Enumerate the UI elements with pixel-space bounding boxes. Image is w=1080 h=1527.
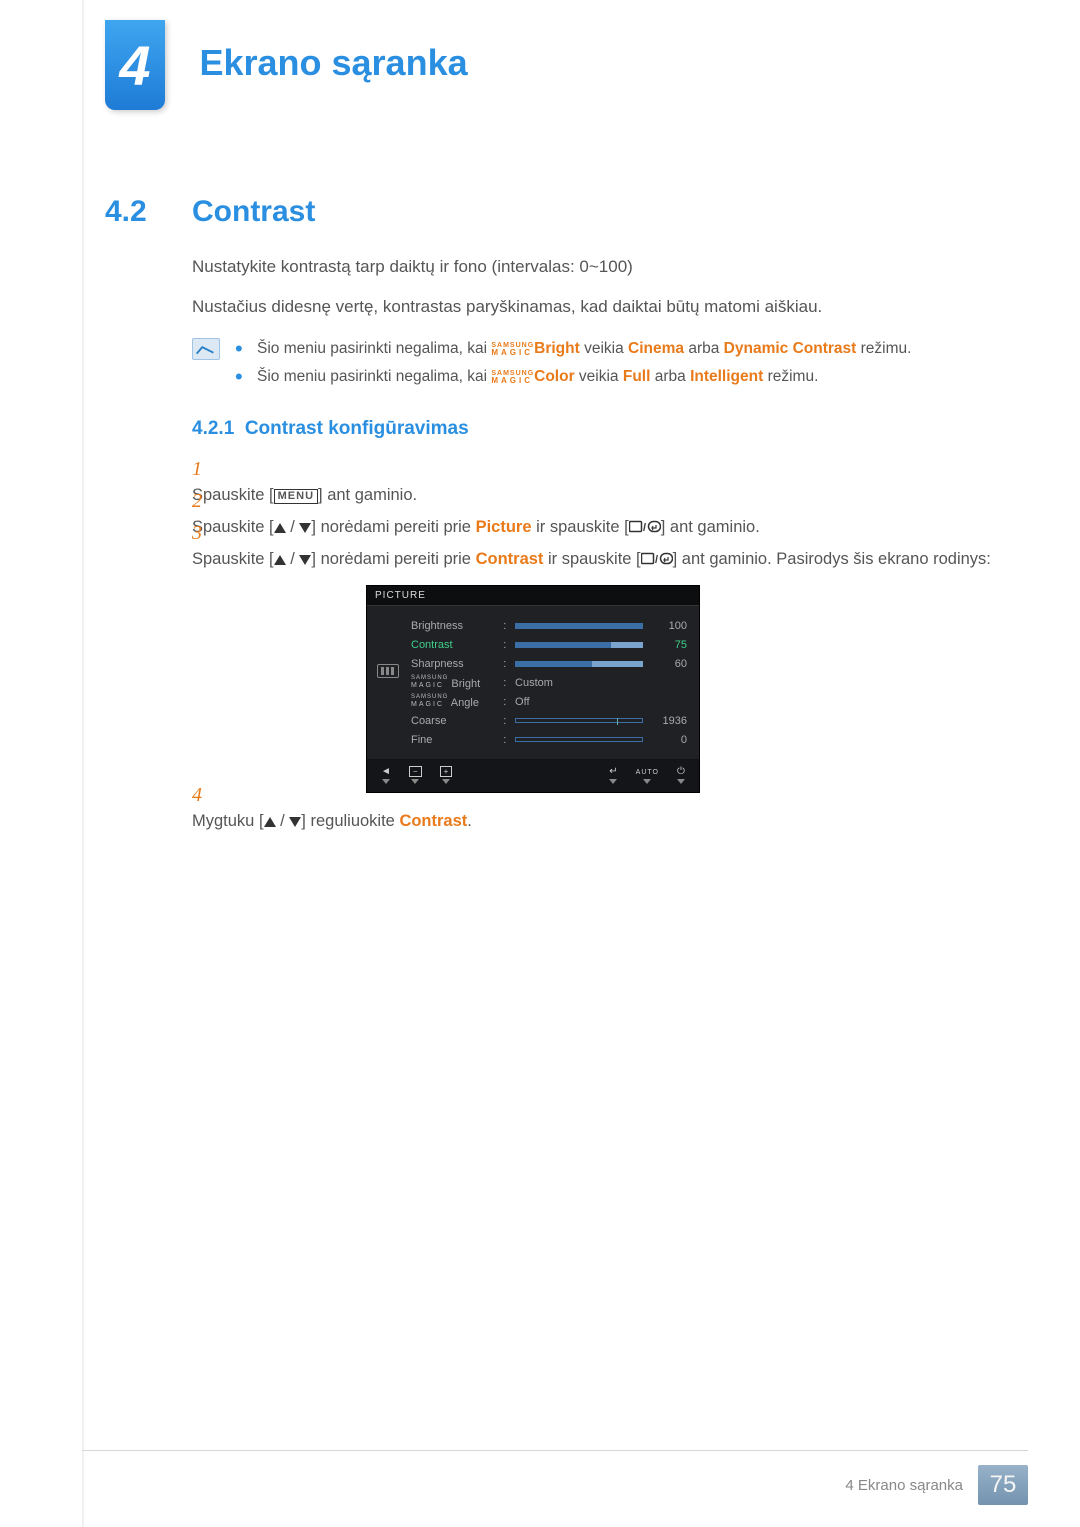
osd-value: 0 (653, 734, 687, 746)
step-4: 4 Mygtuku [ / ] reguliuokite Contrast. (192, 782, 1010, 834)
osd-bar (515, 642, 643, 648)
triangle-down-icon (289, 817, 301, 827)
note1-text-c: veikia (580, 340, 628, 357)
note-icon (192, 338, 220, 360)
osd-row-magic-angle: SAMSUNGMAGIC Angle : Off (411, 692, 687, 711)
page-number-badge: 75 (978, 1465, 1028, 1505)
note2-text-e: arba (650, 368, 690, 385)
bullet-icon: • (235, 336, 243, 361)
osd-bar (515, 661, 643, 667)
section-title: Contrast (192, 195, 315, 229)
osd-picture-icon (377, 664, 399, 678)
step-number: 4 (192, 782, 212, 808)
note1-dynamic: Dynamic Contrast (724, 340, 857, 357)
osd-label: Contrast (411, 639, 503, 651)
section-number: 4.2 (105, 195, 147, 229)
osd-label: Coarse (411, 715, 503, 727)
osd-value: Off (515, 696, 643, 708)
triangle-down-icon (299, 555, 311, 565)
note-line-1: • Šio meniu pasirinkti negalima, kai SAM… (235, 340, 1020, 358)
step3-text-b: ] norėdami pereiti prie (311, 550, 475, 568)
step4-text-b: ] reguliuokite (301, 812, 399, 830)
step-number: 1 (192, 456, 212, 482)
step4-text-a: Mygtuku [ (192, 812, 264, 830)
step-number: 2 (192, 488, 212, 514)
footer-divider (82, 1450, 1028, 1451)
note1-cinema: Cinema (628, 340, 684, 357)
note1-text-a: Šio meniu pasirinkti negalima, kai (257, 340, 491, 357)
step3-text-a: Spauskite [ (192, 550, 274, 568)
osd-bar (515, 737, 643, 742)
osd-screenshot: PICTURE Brightness : 100 Contrast : 75 S… (366, 585, 700, 793)
step3-text-c: ir spauskite [ (543, 550, 640, 568)
note2-text-c: veikia (575, 368, 623, 385)
svg-text:/: / (655, 554, 658, 566)
osd-row-magic-bright: SAMSUNGMAGIC Bright : Custom (411, 673, 687, 692)
subsection-title: Contrast konfigūravimas (245, 418, 469, 439)
step-number: 3 (192, 520, 212, 546)
note2-intelligent: Intelligent (690, 368, 763, 385)
osd-title: PICTURE (367, 586, 699, 606)
triangle-up-icon (264, 817, 276, 827)
triangle-up-icon (274, 555, 286, 565)
footer-text: 4 Ekrano sąranka (845, 1477, 963, 1494)
osd-label: Brightness (411, 620, 503, 632)
note-line-2: • Šio meniu pasirinkti negalima, kai SAM… (235, 368, 1020, 386)
samsung-magic-label: SAMSUNGMAGIC (491, 370, 534, 385)
osd-row-fine: Fine : 0 (411, 730, 687, 749)
osd-bar (515, 623, 643, 629)
osd-label: Fine (411, 734, 503, 746)
osd-row-coarse: Coarse : 1936 (411, 711, 687, 730)
subsection-heading: 4.2.1 Contrast konfigūravimas (192, 418, 469, 440)
note2-text-a: Šio meniu pasirinkti negalima, kai (257, 368, 491, 385)
osd-row-contrast: Contrast : 75 (411, 635, 687, 654)
note2-text-g: režimu. (763, 368, 818, 385)
step3-contrast: Contrast (476, 550, 544, 568)
source-enter-icon: / (641, 548, 673, 574)
intro-paragraph-1: Nustatykite kontrastą tarp daiktų ir fon… (192, 257, 633, 277)
osd-label: SAMSUNGMAGIC Bright (411, 675, 503, 690)
chapter-number-badge: 4 (105, 20, 165, 110)
osd-row-sharpness: Sharpness : 60 (411, 654, 687, 673)
osd-bar (515, 718, 643, 723)
chapter-header: 4 Ekrano sąranka (105, 20, 468, 110)
osd-value: 100 (653, 620, 687, 632)
osd-value: 75 (653, 639, 687, 651)
page-shadow (82, 0, 85, 1527)
note1-bright: Bright (534, 340, 580, 357)
page-footer: 4 Ekrano sąranka 75 (845, 1465, 1028, 1505)
subsection-number: 4.2.1 (192, 418, 234, 439)
osd-value: 60 (653, 658, 687, 670)
osd-row-brightness: Brightness : 100 (411, 616, 687, 635)
osd-label: SAMSUNGMAGIC Angle (411, 694, 503, 709)
step4-contrast: Contrast (399, 812, 467, 830)
note1-text-e: arba (684, 340, 724, 357)
step-3: 3 Spauskite [ / ] norėdami pereiti prie … (192, 520, 1010, 574)
bullet-icon: • (235, 364, 243, 389)
osd-value: Custom (515, 677, 643, 689)
samsung-magic-label: SAMSUNGMAGIC (491, 342, 534, 357)
osd-value: 1936 (653, 715, 687, 727)
note2-color: Color (534, 368, 574, 385)
note2-full: Full (623, 368, 651, 385)
note1-text-g: režimu. (856, 340, 911, 357)
step4-text-c: . (467, 812, 472, 830)
chapter-title: Ekrano sąranka (199, 42, 467, 84)
intro-paragraph-2: Nustačius didesnę vertę, kontrastas pary… (192, 297, 822, 317)
step3-text-d: ] ant gaminio. Pasirodys šis ekrano rodi… (673, 550, 991, 568)
osd-label: Sharpness (411, 658, 503, 670)
